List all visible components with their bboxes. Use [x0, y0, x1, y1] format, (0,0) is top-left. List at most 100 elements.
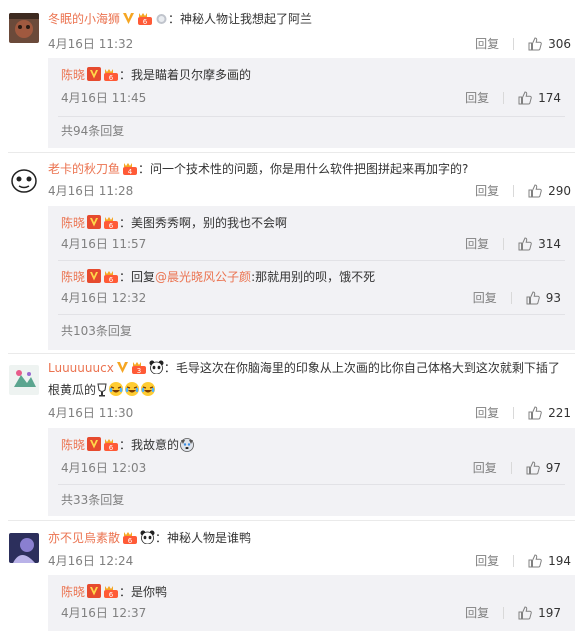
- like-button[interactable]: 93: [526, 289, 561, 307]
- divider: [8, 152, 575, 153]
- like-button[interactable]: 174: [518, 89, 561, 107]
- reply-meta: 4月16日 12:03 回复 97: [61, 459, 561, 477]
- divider: [8, 353, 575, 354]
- comment-body: Luuuuuucx 3 ：毛导这次在你脑海里的印象从上次画的比你自己体格大到这次就剩…: [48, 358, 565, 403]
- view-more-replies-link[interactable]: 共94条回复: [61, 122, 124, 139]
- avatar[interactable]: [9, 365, 39, 395]
- username-link[interactable]: 陈晓: [61, 216, 85, 230]
- vip-badge-icon: 6: [103, 584, 119, 604]
- divider: [503, 92, 505, 104]
- reply-button[interactable]: 回复: [475, 552, 499, 570]
- thumbs-up-icon: [518, 237, 532, 251]
- divider: [58, 484, 565, 485]
- thumbs-up-icon: [526, 291, 540, 305]
- vip-badge-icon: 4: [122, 161, 138, 181]
- svg-text:6: 6: [109, 74, 114, 81]
- verified-v-red-icon: [87, 215, 102, 235]
- comment-date: 4月16日 12:24: [48, 554, 134, 568]
- divider: [513, 38, 515, 50]
- like-button[interactable]: 194: [528, 552, 571, 570]
- reply-meta: 4月16日 12:37 回复 197: [61, 604, 561, 622]
- comment-date: 4月16日 11:30: [48, 406, 134, 420]
- like-button[interactable]: 97: [526, 459, 561, 477]
- reply-button[interactable]: 回复: [475, 182, 499, 200]
- verified-v-icon: [122, 11, 135, 31]
- comment-body: 亦不见烏素散 6 ：神秘人物是谁鸭: [48, 528, 565, 550]
- avatar[interactable]: [9, 533, 39, 563]
- like-count: 221: [548, 406, 571, 420]
- reply-body: 陈晓 6 ：我故意的: [61, 435, 565, 458]
- view-more-replies-link[interactable]: 共33条回复: [61, 491, 124, 508]
- avatar[interactable]: [9, 165, 39, 195]
- divider: [513, 555, 515, 567]
- verified-v-icon: [116, 360, 129, 380]
- vip-badge-icon: 6: [137, 11, 153, 31]
- svg-text:6: 6: [109, 276, 114, 283]
- divider: [510, 292, 512, 304]
- thumbs-up-icon: [518, 91, 532, 105]
- replies-box: 陈晓 6 ：美图秀秀啊，别的我也不会啊 4月16日 11:57 回复 314 陈晓 6…: [48, 206, 575, 350]
- like-button[interactable]: 197: [518, 604, 561, 622]
- thumbs-up-icon: [526, 461, 540, 475]
- like-count: 314: [538, 237, 561, 251]
- like-button[interactable]: 290: [528, 182, 571, 200]
- reply-button[interactable]: 回复: [475, 404, 499, 422]
- reply-button[interactable]: 回复: [473, 459, 497, 477]
- reply-date: 4月16日 12:03: [61, 461, 147, 475]
- mention-link[interactable]: @晨光晓风公子颜: [155, 270, 251, 284]
- reply-date: 4月16日 11:45: [61, 91, 147, 105]
- reply-date: 4月16日 12:37: [61, 606, 147, 620]
- svg-text:6: 6: [143, 18, 148, 25]
- reply-button[interactable]: 回复: [473, 289, 497, 307]
- verified-v-red-icon: [87, 269, 102, 289]
- reply-button[interactable]: 回复: [465, 235, 489, 253]
- vip-badge-icon: 6: [103, 67, 119, 87]
- reply-body: 陈晓 6 ：我是瞄着贝尔摩多画的: [61, 65, 565, 87]
- replies-box: 陈晓 6 ：是你鸭 4月16日 12:37 回复 197: [48, 575, 575, 631]
- like-button[interactable]: 221: [528, 404, 571, 422]
- username-link[interactable]: 陈晓: [61, 438, 85, 452]
- username-link[interactable]: Luuuuuucx: [48, 361, 114, 375]
- username-link[interactable]: 陈晓: [61, 270, 85, 284]
- username-link[interactable]: 陈晓: [61, 68, 85, 82]
- comment-date: 4月16日 11:32: [48, 37, 134, 51]
- laugh-cry-emoji-icon: [124, 381, 140, 403]
- like-button[interactable]: 306: [528, 35, 571, 53]
- comment-meta: 4月16日 12:24 回复 194: [48, 552, 571, 570]
- verified-v-red-icon: [87, 584, 102, 604]
- reply-text: 我故意的: [131, 438, 180, 452]
- like-count: 197: [538, 606, 561, 620]
- comment-date: 4月16日 11:28: [48, 184, 134, 198]
- reply-meta: 4月16日 11:45 回复 174: [61, 89, 561, 107]
- reply-date: 4月16日 12:32: [61, 291, 147, 305]
- svg-text:6: 6: [109, 222, 114, 229]
- like-button[interactable]: 314: [518, 235, 561, 253]
- reply-button[interactable]: 回复: [465, 89, 489, 107]
- verified-v-red-icon: [87, 437, 102, 457]
- vip-badge-icon: 6: [122, 530, 138, 550]
- reply-body: 陈晓 6 ：美图秀秀啊，别的我也不会啊: [61, 213, 565, 235]
- svg-text:6: 6: [109, 591, 114, 598]
- comment-text: 问一个技术性的问题，你是用什么软件把图拼起来再加字的?: [150, 162, 469, 176]
- username-link[interactable]: 陈晓: [61, 585, 85, 599]
- like-count: 97: [545, 461, 561, 475]
- vip-badge-icon: 3: [131, 360, 147, 380]
- divider: [503, 607, 505, 619]
- reply-button[interactable]: 回复: [475, 35, 499, 53]
- divider: [58, 314, 565, 315]
- username-link[interactable]: 冬眠的小海狮: [48, 12, 120, 26]
- view-more-replies-link[interactable]: 共103条回复: [61, 322, 132, 339]
- reply-body: 陈晓 6 ：回复@晨光晓风公子颜:那就用别的呗，饿不死: [61, 267, 565, 289]
- username-link[interactable]: 亦不见烏素散: [48, 531, 120, 545]
- username-link[interactable]: 老卡的秋刀鱼: [48, 162, 120, 176]
- replies-box: 陈晓 6 ：我故意的 4月16日 12:03 回复 97 共33条回复: [48, 428, 575, 516]
- like-count: 93: [545, 291, 561, 305]
- reply-text: 我是瞄着贝尔摩多画的: [131, 68, 252, 82]
- avatar[interactable]: [9, 13, 39, 43]
- reply-text: 美图秀秀啊，别的我也不会啊: [131, 216, 288, 230]
- panda-icon: [149, 360, 164, 380]
- reply-button[interactable]: 回复: [465, 604, 489, 622]
- reply-date: 4月16日 11:57: [61, 237, 147, 251]
- divider: [503, 238, 505, 250]
- like-count: 290: [548, 184, 571, 198]
